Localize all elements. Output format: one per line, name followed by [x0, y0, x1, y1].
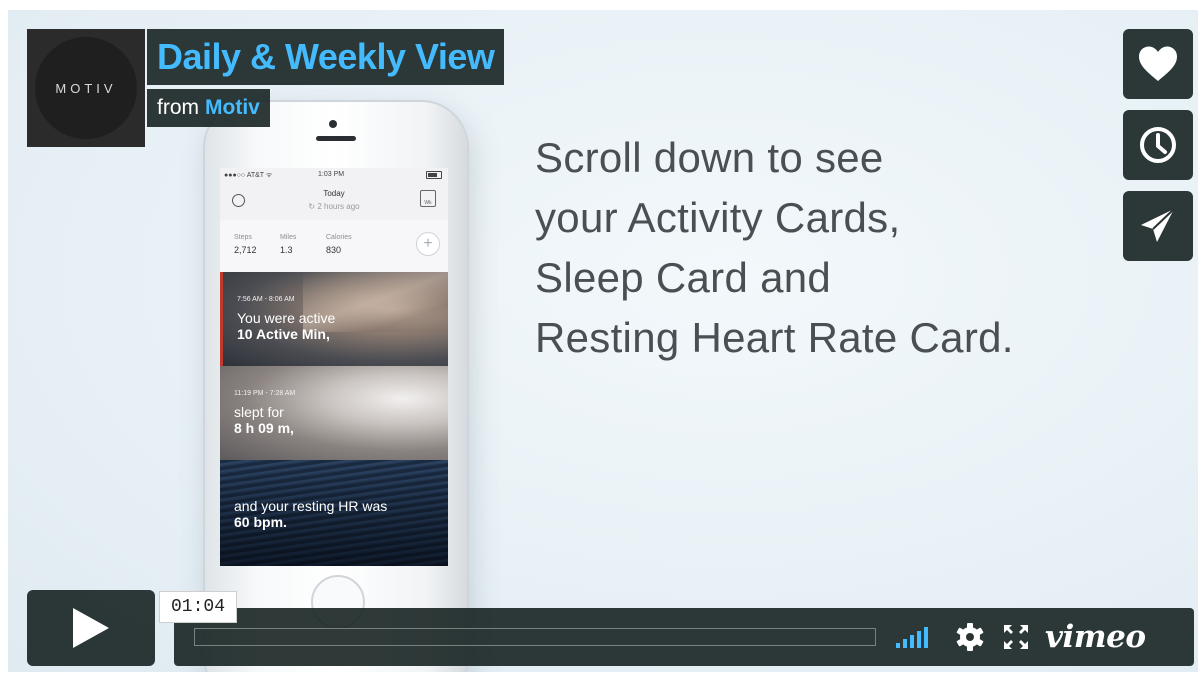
stat-steps: Steps 2,712 — [234, 234, 257, 255]
share-button[interactable] — [1123, 191, 1193, 261]
phone-status-bar: ●●●○○ AT&T ᯤ 1:03 PM — [220, 168, 448, 182]
battery-icon — [426, 171, 442, 179]
activity-line2: 10 Active Min, — [237, 326, 330, 342]
progress-bar[interactable] — [194, 628, 876, 646]
play-icon — [73, 608, 109, 648]
video-player[interactable]: ●●●○○ AT&T ᯤ 1:03 PM Today ↻ 2 hours ago… — [8, 10, 1198, 672]
week-view-icon: Wk — [420, 190, 436, 207]
paper-plane-icon — [1141, 208, 1175, 242]
heart-line1: and your resting HR was — [234, 498, 388, 514]
clock-icon — [1140, 127, 1176, 163]
like-button[interactable] — [1123, 29, 1193, 99]
stat-value: 830 — [326, 245, 342, 255]
stat-value: 2,712 — [234, 245, 257, 255]
stat-label: Steps — [234, 234, 252, 241]
caption-line: Scroll down to see — [535, 134, 884, 181]
play-button[interactable] — [27, 590, 155, 666]
control-bar: vimeo — [174, 608, 1194, 666]
owner-link[interactable]: Motiv — [205, 96, 260, 120]
app-header-sync: ↻ 2 hours ago — [308, 202, 360, 211]
stat-label: Miles — [280, 234, 297, 241]
control-icons: vimeo — [896, 608, 1146, 666]
add-button: + — [416, 232, 440, 256]
volume-icon[interactable] — [896, 626, 931, 648]
owner-logo: MOTIV — [35, 37, 137, 139]
settings-gear-icon[interactable] — [955, 622, 985, 652]
stat-label: Calories — [326, 234, 352, 241]
video-title-box[interactable]: Daily & Weekly View — [147, 29, 505, 85]
stat-miles: Miles 1.3 — [280, 234, 296, 255]
activity-card: 7:56 AM - 8:06 AM You were active 10 Act… — [220, 272, 448, 366]
status-carrier: ●●●○○ AT&T ᯤ — [224, 172, 273, 179]
fullscreen-icon[interactable] — [1003, 624, 1029, 650]
activity-time: 7:56 AM - 8:06 AM — [237, 296, 295, 303]
stats-row: Steps 2,712 Miles 1.3 Calories 830 + — [220, 220, 448, 273]
sleep-line2: 8 h 09 m, — [234, 420, 294, 436]
caption-line: Sleep Card and — [535, 254, 832, 301]
activity-line1: You were active — [237, 310, 336, 326]
owner-logo-text: MOTIV — [55, 80, 117, 96]
heart-line2: 60 bpm. — [234, 514, 287, 530]
sleep-card: 11:19 PM - 7:28 AM slept for 8 h 09 m, — [220, 366, 448, 460]
video-title[interactable]: Daily & Weekly View — [157, 36, 495, 78]
sleep-time: 11:19 PM - 7:28 AM — [234, 390, 296, 397]
status-time: 1:03 PM — [318, 171, 345, 178]
phone-screen: ●●●○○ AT&T ᯤ 1:03 PM Today ↻ 2 hours ago… — [220, 168, 448, 566]
phone-camera — [329, 120, 337, 128]
watch-later-button[interactable] — [1123, 110, 1193, 180]
caption-line: Resting Heart Rate Card. — [535, 314, 1014, 361]
timecode: 01:04 — [159, 591, 237, 623]
app-header: Today ↻ 2 hours ago Wk — [220, 182, 448, 220]
byline: from Motiv — [147, 89, 270, 127]
sleep-line1: slept for — [234, 404, 284, 420]
video-caption: Scroll down to see your Activity Cards, … — [535, 128, 1014, 368]
byline-prefix: from — [157, 96, 199, 119]
app-header-day: Today — [323, 189, 345, 198]
stat-value: 1.3 — [280, 245, 293, 255]
stat-calories: Calories 830 — [326, 234, 352, 255]
heart-rate-card: and your resting HR was 60 bpm. — [220, 460, 448, 566]
vimeo-logo[interactable]: vimeo — [1045, 619, 1146, 655]
owner-portrait[interactable]: MOTIV — [27, 29, 145, 147]
phone-speaker — [316, 136, 356, 141]
phone-mockup: ●●●○○ AT&T ᯤ 1:03 PM Today ↻ 2 hours ago… — [205, 102, 467, 672]
caption-line: your Activity Cards, — [535, 194, 901, 241]
heart-icon — [1139, 46, 1177, 81]
